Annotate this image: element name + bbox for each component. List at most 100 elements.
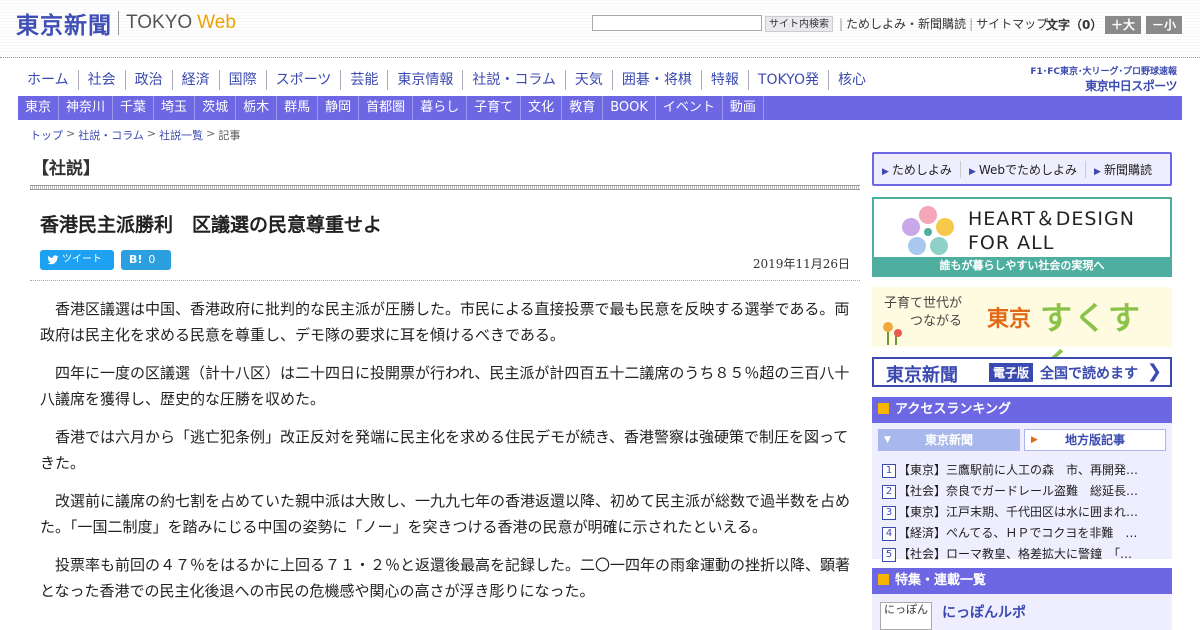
subnav-saitama[interactable]: 埼玉 [154,96,196,120]
site-search-button[interactable]: サイト内検索 [765,16,833,32]
nav-tokyo-info[interactable]: 東京情報 [387,70,462,90]
font-size-label: 文字（0） [1046,18,1103,32]
heart-design-title: HEART＆DESIGN FOR ALL [968,207,1135,255]
ranking-item-text: 【経済】ぺんてる、ＨＰでコクヨを非難 … [898,526,1138,540]
heart-design-caption: 誰もが暮らしやすい社会の実現へ [874,257,1170,275]
hatena-bookmark-icon: B! [129,253,143,266]
article-paragraph: 四年に一度の区議選（計十八区）は二十四日に投開票が行われ、民主派が計四百五十二議… [40,364,850,408]
subnav-shutoken[interactable]: 首都圏 [359,96,414,120]
subnav-event[interactable]: イベント [656,96,723,120]
font-larger-button[interactable]: ＋大 [1105,16,1141,34]
subnav-video[interactable]: 動画 [723,96,764,120]
nav-entertainment[interactable]: 芸能 [340,70,387,90]
tab-local-articles[interactable]: ▶ 地方版記事 [1024,429,1166,451]
web-trial-link[interactable]: ▶ Webでためしよみ [961,160,1087,178]
ranking-item[interactable]: 4 【経済】ぺんてる、ＨＰでコクヨを非難 … [882,526,1138,541]
ranking-item[interactable]: 5 【社会】ローマ教皇、格差拡大に警鐘 「… [882,547,1132,562]
feature-thumbnail[interactable]: にっぽん [880,602,932,630]
nav-economy[interactable]: 経済 [171,70,219,90]
subnav-shizuoka[interactable]: 静岡 [318,96,360,120]
subnav-parenting[interactable]: 子育て [467,96,522,120]
arrow-right-icon: ▶ [968,166,976,177]
trial-subscribe-link[interactable]: ためしよみ・新聞購読 [846,15,966,33]
article-paragraph: 投票率も前回の４７％をはるかに上回る７１・２％と返還後最高を記録した。二〇一四年… [40,556,851,600]
breadcrumb-editorial-column[interactable]: 社説・コラム [78,127,144,143]
subnav-chiba[interactable]: 千葉 [113,96,155,120]
ranking-item[interactable]: 1 【東京】三鷹駅前に人工の森 市、再開発… [882,463,1139,478]
nav-editorial-column[interactable]: 社説・コラム [462,70,565,90]
triangle-right-icon: ▶ [1031,435,1038,445]
subnav-living[interactable]: 暮らし [413,96,468,120]
nav-society[interactable]: 社会 [77,70,125,90]
subnav-tochigi[interactable]: 栃木 [236,96,278,120]
font-smaller-button[interactable]: －小 [1146,16,1182,34]
arrow-right-icon: ▶ [1094,166,1101,177]
breadcrumb-top[interactable]: トップ [30,127,63,143]
main-nav: ホーム 社会 政治 経済 国際 スポーツ 芸能 東京情報 社説・コラム 天気 囲… [18,70,875,90]
subnav-education[interactable]: 教育 [562,96,604,120]
digital-edition-badge: 電子版 [989,363,1034,382]
article-date: 2019年11月26日 [752,257,850,271]
subnav-book[interactable]: BOOK [603,96,656,120]
section-label: 【社説】 [32,159,100,179]
hatena-bookmark-button[interactable]: B! 0 [121,250,171,270]
heart-design-banner[interactable]: HEART＆DESIGN FOR ALL 誰もが暮らしやすい社会の実現へ [872,197,1172,277]
nav-special-report[interactable]: 特報 [700,70,748,90]
site-logo[interactable]: 東京新聞 TOKYO Web [16,8,236,39]
tab-tokyo-shimbun[interactable]: ▼ 東京新聞 [878,429,1020,451]
ranking-header: アクセスランキング [872,397,1172,423]
flower-logo-icon [902,206,954,255]
nav-international[interactable]: 国際 [218,70,266,90]
subnav-tokyo[interactable]: 東京 [18,96,60,120]
article-body: 香港区議選は中国、香港政府に批判的な民主派が圧勝した。市民による直接投票で最も民… [40,296,850,616]
bullet-square-icon [878,403,889,414]
features-header: 特集・連載一覧 [872,568,1172,594]
features-panel: 特集・連載一覧 にっぽん にっぽんルポ [872,568,1172,630]
nav-sports[interactable]: スポーツ [265,70,341,90]
ranking-item[interactable]: 2 【社会】奈良でガードレール盗難 総延長… [882,484,1138,499]
sitemap-link[interactable]: サイトマップ [976,15,1048,33]
site-header: 東京新聞 TOKYO Web サイト内検索 | ためしよみ・新聞購読 | サイト… [0,0,1200,58]
twitter-bird-icon [47,255,59,265]
subnav-culture[interactable]: 文化 [521,96,563,120]
subnav-ibaraki[interactable]: 茨城 [195,96,237,120]
logo-web: Web [197,12,236,33]
search-input[interactable] [592,15,762,31]
ranking-title: アクセスランキング [895,402,1011,417]
sukusuku-banner[interactable]: 子育て世代が つながる 東京 すくすく [872,287,1172,383]
subnav-gunma[interactable]: 群馬 [277,96,319,120]
nav-home[interactable]: ホーム [18,70,78,90]
ranking-list: 1 【東京】三鷹駅前に人工の森 市、再開発… 2 【社会】奈良でガードレール盗難 総… [882,459,1164,564]
nav-go-shogi[interactable]: 囲碁・将棋 [611,70,701,90]
link-separator: | [969,17,974,31]
logo-tokyo: TOKYO [126,12,193,33]
rank-number: 4 [882,527,896,541]
header-links: | ためしよみ・新聞購読 | サイトマップ | [836,15,1058,33]
breadcrumb: トップ > 社説・コラム > 社説一覧 > 記事 [30,127,240,143]
chunichi-tagline: F1･FC東京･大リーグ･プロ野球速報 [1030,67,1177,77]
arrow-right-icon: ▶ [882,166,889,177]
breadcrumb-editorial-list[interactable]: 社説一覧 [159,127,203,143]
ranking-item[interactable]: 3 【東京】江戸末期、千代田区は水に囲まれ… [882,505,1139,520]
rank-number: 3 [882,506,896,520]
subscribe-link[interactable]: ▶ 新聞購読 [1086,161,1160,178]
hatena-count: 0 [148,253,156,266]
ranking-item-text: 【東京】三鷹駅前に人工の森 市、再開発… [898,463,1139,477]
feature-title-link[interactable]: にっぽんルポ [942,602,1026,622]
trial-subscribe-bar: ▶ ためしよみ ▶ Webでためしよみ ▶ 新聞購読 [872,152,1172,186]
nav-politics[interactable]: 政治 [124,70,172,90]
digital-edition-banner[interactable]: 東京新聞 電子版 全国で読めます ❯ [872,357,1172,387]
sukusuku-tokyo: 東京 [987,307,1032,332]
subnav-kanagawa[interactable]: 神奈川 [59,96,114,120]
ranking-item-text: 【東京】江戸末期、千代田区は水に囲まれ… [898,505,1139,519]
bullet-square-icon [878,574,889,585]
sprout-icon [883,322,902,345]
rank-number: 5 [882,548,896,562]
chunichi-sports-link[interactable]: F1･FC東京･大リーグ･プロ野球速報 東京中日スポーツ [1025,64,1177,94]
tweet-button[interactable]: ツイート [40,250,114,270]
nav-weather[interactable]: 天気 [564,70,612,90]
subscribe-label: 新聞購読 [1103,162,1152,177]
trial-read-link[interactable]: ▶ ためしよみ [874,160,961,178]
nav-kakushin[interactable]: 核心 [827,70,875,90]
nav-tokyo-hatsu[interactable]: TOKYO発 [747,70,828,90]
